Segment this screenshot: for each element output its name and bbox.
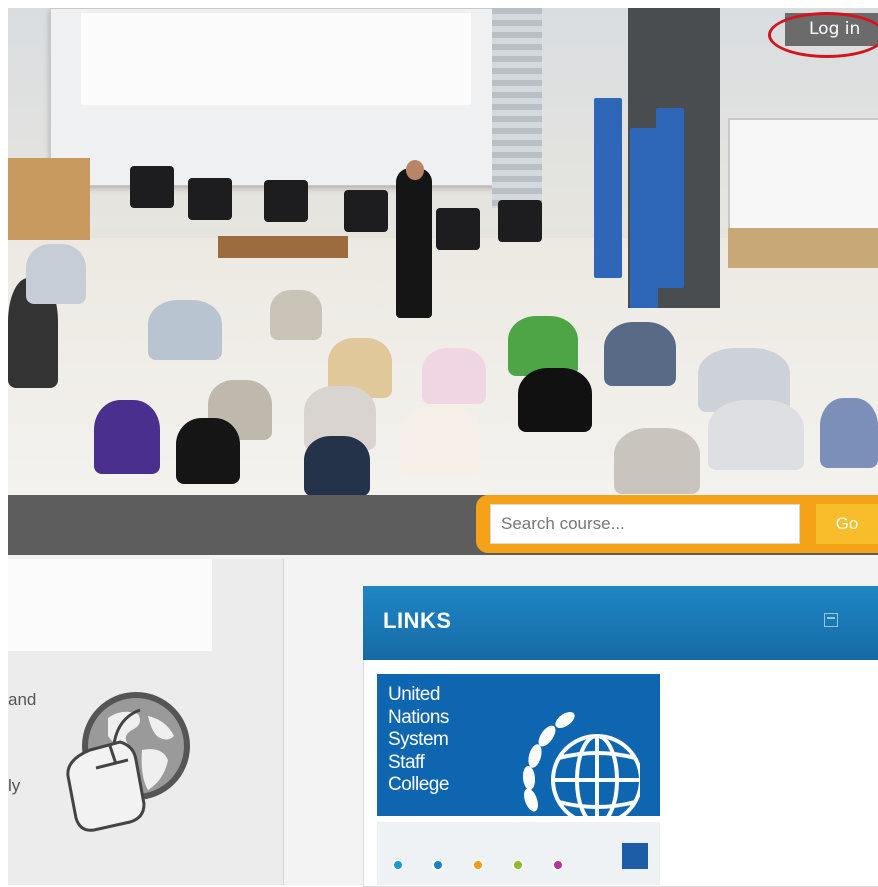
audience-person <box>94 400 160 474</box>
flag-2 <box>630 128 658 308</box>
banner-dot <box>472 859 484 871</box>
flag-1 <box>594 98 622 278</box>
banner-dot <box>392 859 404 871</box>
unssc-logo-line: System <box>388 729 449 750</box>
left-panel-text-fragment: ly <box>8 776 21 795</box>
audience-person <box>508 316 578 376</box>
hero-conference-photo <box>8 8 878 495</box>
un-globe-laurel-icon <box>522 712 640 816</box>
search-go-button[interactable]: Go <box>816 504 878 544</box>
left-panel-card <box>8 559 212 651</box>
un-emblem-icon <box>622 843 648 869</box>
audience-person <box>518 368 592 432</box>
audience-person <box>26 244 86 304</box>
stage-chair <box>130 166 174 208</box>
stage-chair <box>436 208 480 250</box>
photo-podium <box>8 158 90 240</box>
minimize-icon[interactable] <box>824 613 838 627</box>
unssc-logo-line: Staff <box>388 751 425 773</box>
photo-desk <box>728 228 878 268</box>
audience-person <box>400 406 480 476</box>
unssc-logo-line: Nations <box>388 706 449 728</box>
audience-person <box>176 418 240 484</box>
audience-person <box>304 436 370 495</box>
banner-dot <box>552 859 564 871</box>
projection-screen <box>50 8 496 186</box>
login-button[interactable]: Log in <box>785 13 878 46</box>
audience-person <box>604 322 676 386</box>
banner-dot <box>512 859 524 871</box>
photo-whiteboard <box>728 118 878 242</box>
audience-person <box>422 348 486 404</box>
audience-person <box>148 300 222 360</box>
unssc-logo-text: United Nations System Staff College <box>388 684 449 797</box>
audience-person <box>820 398 878 468</box>
stage-chair <box>498 200 542 242</box>
stage-chair <box>344 190 388 232</box>
secondary-banner[interactable] <box>377 822 660 885</box>
audience-person <box>708 400 804 470</box>
unssc-logo-line: United <box>388 684 440 705</box>
photo-table <box>218 236 348 258</box>
unssc-logo-line: College <box>388 774 449 795</box>
stage-chair <box>264 180 308 222</box>
speaker-figure <box>396 168 432 318</box>
photo-window <box>492 8 542 208</box>
audience-person <box>270 290 322 340</box>
links-block-title: LINKS <box>383 608 452 633</box>
left-panel-text-fragment: and <box>8 690 37 709</box>
globe-mouse-icon[interactable] <box>50 688 200 838</box>
audience-person <box>614 428 700 494</box>
flag-3 <box>656 108 684 288</box>
banner-dot <box>432 859 444 871</box>
course-search-input[interactable] <box>490 504 800 544</box>
speaker-head <box>406 160 424 180</box>
stage-chair <box>188 178 232 220</box>
